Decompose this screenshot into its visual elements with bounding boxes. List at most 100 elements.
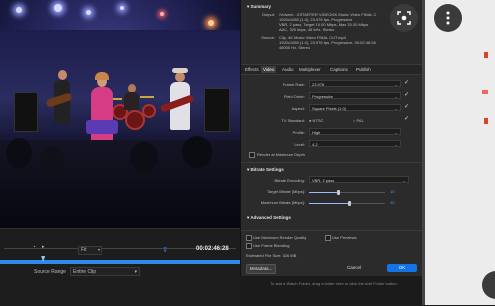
bitrate-heading[interactable]: ▾ Bitrate Settings bbox=[247, 167, 284, 173]
render-max-depth-label: Render at Maximum Depth bbox=[257, 152, 305, 157]
ok-button[interactable]: OK bbox=[387, 264, 417, 272]
target-bitrate-slider[interactable] bbox=[309, 190, 385, 195]
pal-label: PAL bbox=[356, 118, 364, 123]
zoom-select[interactable]: Fit ▾ bbox=[78, 246, 102, 255]
in-marker-icon[interactable]: ⋆ bbox=[33, 244, 36, 250]
estimated-file-size: Estimated File Size: 326 MB bbox=[246, 253, 297, 258]
divider bbox=[422, 0, 425, 305]
settings-tabs: Effects Video Audio Multiplexer Captions… bbox=[241, 64, 423, 75]
accent-mark bbox=[484, 118, 488, 124]
source-range-value: Entire Clip bbox=[73, 269, 97, 275]
render-max-depth-checkbox[interactable] bbox=[249, 152, 255, 158]
tab-captions[interactable]: Captions bbox=[328, 66, 350, 73]
frame-rate-match-checkbox[interactable]: ✓ bbox=[404, 79, 409, 86]
level-select[interactable]: 4.2 ⌄ bbox=[309, 140, 401, 147]
tv-standard-match-checkbox[interactable]: ✓ bbox=[404, 115, 409, 122]
slider-fill bbox=[309, 192, 338, 193]
tab-audio[interactable]: Audio bbox=[280, 66, 296, 73]
stage-light bbox=[16, 7, 22, 13]
chevron-down-icon: ▾ bbox=[97, 247, 100, 252]
source-line: 48000 Hz, Stereo bbox=[279, 45, 311, 50]
aspect-select[interactable]: Square Pixels (1.0) ⌄ bbox=[309, 104, 401, 111]
metadata-button[interactable]: Metadata... bbox=[246, 264, 276, 274]
more-vert-icon[interactable] bbox=[434, 4, 462, 32]
performer bbox=[124, 92, 139, 110]
max-bitrate-slider[interactable] bbox=[309, 201, 385, 206]
max-bitrate-label: Maximum Bitrate [Mbps]: bbox=[260, 200, 305, 205]
max-render-quality-checkbox[interactable] bbox=[246, 235, 252, 241]
chevron-down-icon: ⌄ bbox=[394, 82, 398, 87]
chevron-down-icon: ⌄ bbox=[394, 142, 398, 147]
watch-folder-area[interactable]: To add a Watch Folder, drag a folder her… bbox=[240, 276, 422, 305]
performer-head bbox=[58, 70, 67, 80]
bitrate-encoding-label: Bitrate Encoding: bbox=[274, 178, 305, 183]
stage-light bbox=[54, 4, 62, 12]
bitrate-encoding-value: VBR, 2 pass bbox=[312, 178, 335, 183]
chevron-down-icon: ⌄ bbox=[402, 178, 406, 183]
lens-icon[interactable] bbox=[390, 4, 418, 32]
advanced-heading[interactable]: ▾ Advanced Settings bbox=[247, 215, 291, 221]
bitrate-title: Bitrate Settings bbox=[250, 167, 284, 172]
timecode: 00:02:46:28 bbox=[196, 246, 229, 252]
watch-folder-hint: To add a Watch Folder, drag a folder her… bbox=[270, 281, 398, 286]
tab-multiplexer[interactable]: Multiplexer bbox=[297, 66, 323, 73]
out-marker-icon[interactable]: ▸ bbox=[42, 244, 45, 250]
lens-icon-glyph bbox=[397, 11, 411, 25]
level-label: Level: bbox=[294, 142, 305, 147]
source-range-label: Source Range bbox=[34, 269, 66, 275]
chevron-down-icon: ⌄ bbox=[394, 94, 398, 99]
frame-blending-checkbox[interactable] bbox=[246, 243, 252, 249]
bitrate-encoding-select[interactable]: VBR, 2 pass ⌄ bbox=[309, 176, 409, 183]
chevron-down-icon: ⌄ bbox=[394, 106, 398, 111]
tab-publish[interactable]: Publish bbox=[354, 66, 373, 73]
tab-effects[interactable]: Effects bbox=[243, 66, 261, 73]
summary-heading[interactable]: ▾ Summary bbox=[247, 4, 271, 10]
chevron-down-icon: ▾ bbox=[134, 269, 137, 275]
more-vert-glyph bbox=[446, 11, 450, 25]
field-order-value: Progressive bbox=[312, 94, 334, 99]
slider-knob[interactable] bbox=[347, 201, 351, 206]
profile-select[interactable]: High ⌄ bbox=[309, 128, 401, 135]
crowd-head bbox=[6, 138, 32, 168]
use-previews-checkbox[interactable] bbox=[325, 235, 331, 241]
singer bbox=[91, 87, 113, 143]
field-order-label: Field Order: bbox=[283, 94, 305, 99]
frame-rate-value: 23.976 bbox=[312, 82, 325, 87]
advanced-title: Advanced Settings bbox=[250, 215, 291, 220]
tab-video[interactable]: Video bbox=[261, 66, 277, 73]
marker-icon[interactable]: ⊽ bbox=[163, 247, 167, 254]
frame-rate-select[interactable]: 23.976 ⌄ bbox=[309, 80, 401, 87]
zoom-value: Fit bbox=[81, 247, 87, 253]
summary-title: Summary bbox=[250, 4, 272, 9]
divider bbox=[241, 230, 423, 231]
field-order-select[interactable]: Progressive ⌄ bbox=[309, 92, 401, 99]
hat bbox=[172, 68, 188, 73]
timeline-panel: ⋆ ▸ Fit ▾ ⊽ 00:02:46:28 Source Range Ent… bbox=[0, 228, 240, 306]
slider-knob[interactable] bbox=[336, 190, 340, 195]
cancel-button[interactable]: Cancel bbox=[341, 264, 367, 272]
pal-radio[interactable]: ○ PAL bbox=[353, 118, 364, 123]
target-bitrate-value[interactable]: 10 bbox=[390, 189, 394, 194]
aspect-label: Aspect: bbox=[291, 106, 305, 111]
tv-standard-label: TV Standard: bbox=[281, 118, 305, 123]
field-order-match-checkbox[interactable]: ✓ bbox=[404, 91, 409, 98]
target-bitrate-label: Target Bitrate [Mbps]: bbox=[266, 189, 305, 194]
aspect-value: Square Pixels (1.0) bbox=[312, 106, 347, 111]
hair bbox=[95, 72, 109, 80]
stage-light bbox=[208, 20, 214, 26]
accent-mark bbox=[484, 52, 488, 58]
output-line: AAC, 320 kbps, 48 kHz, Stereo bbox=[279, 27, 335, 32]
ntsc-radio[interactable]: ● NTSC bbox=[309, 118, 323, 123]
amplifier bbox=[14, 92, 38, 132]
cymbal bbox=[140, 96, 154, 98]
keyboard bbox=[86, 120, 118, 134]
profile-value: High bbox=[312, 130, 321, 135]
crowd-head bbox=[40, 146, 64, 174]
scrub-bar[interactable] bbox=[0, 260, 240, 264]
aspect-match-checkbox[interactable]: ✓ bbox=[404, 103, 409, 110]
max-bitrate-value[interactable]: 20 bbox=[390, 200, 394, 205]
source-range-select[interactable]: Entire Clip ▾ bbox=[70, 267, 140, 276]
amplifier bbox=[204, 88, 230, 132]
right-pane bbox=[422, 0, 495, 305]
divider bbox=[241, 162, 423, 163]
